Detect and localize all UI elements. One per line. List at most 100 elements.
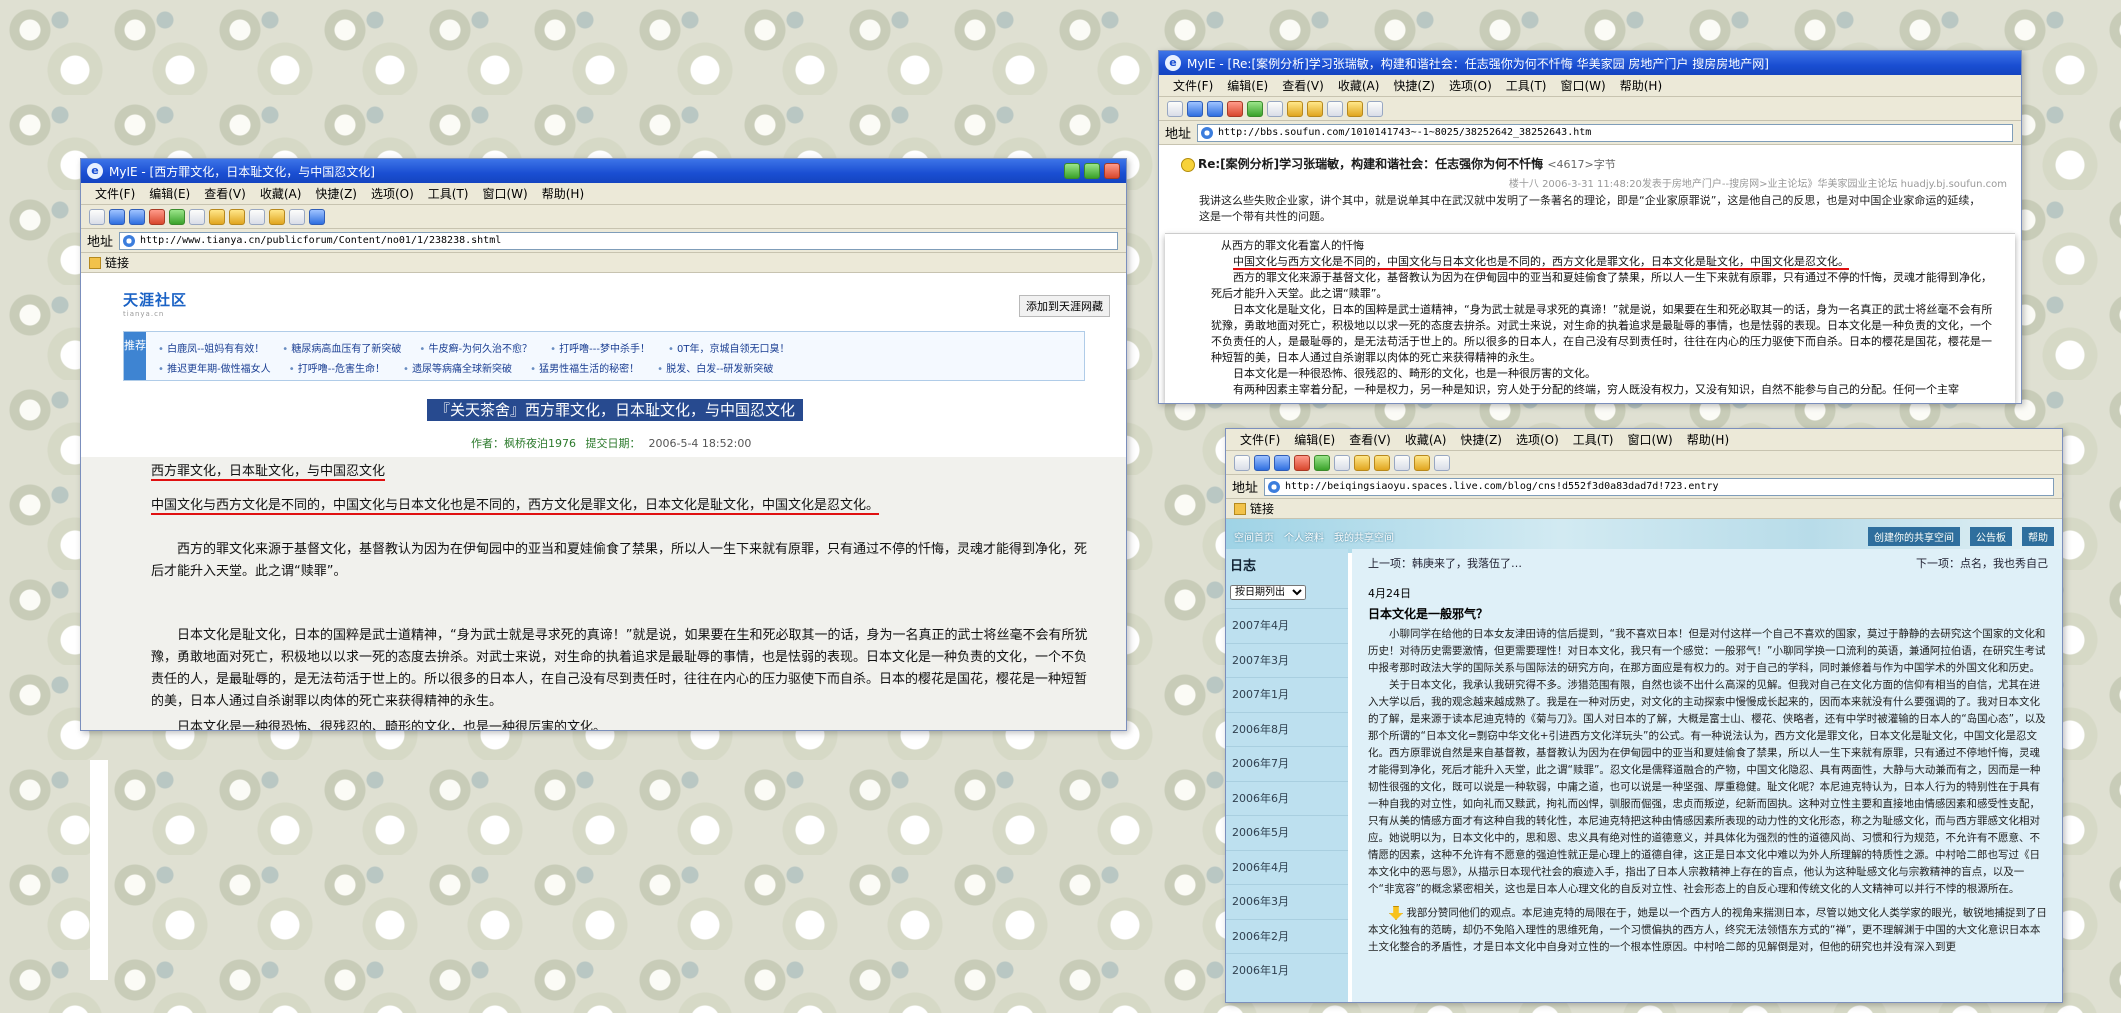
history-icon[interactable] [1327,100,1343,117]
nav-board[interactable]: 公告板 [1970,526,2012,546]
menu-tools[interactable]: 工具(T) [1573,431,1614,448]
menu-view[interactable]: 查看(V) [1349,431,1391,448]
refresh-icon[interactable] [1247,100,1263,117]
site-logo[interactable]: 天涯社区 tianya.cn [123,289,187,318]
home-icon[interactable] [1334,454,1350,471]
recommend-link[interactable]: 打呼噜---梦中杀手！ [550,340,650,355]
history-icon[interactable] [1394,454,1410,471]
forward-icon[interactable] [1274,454,1290,471]
title-bar[interactable]: e MyIE - [Re:[案例分析]学习张瑞敏，构建和谐社会：任志强你为何不忏… [1159,51,2021,75]
recommend-link[interactable]: 糖尿病高血压有了新突破 [282,340,401,355]
recommend-link[interactable]: 遗尿等病痛全球新突破 [403,360,512,375]
browser-window-spaces[interactable]: 文件(F) 编辑(E) 查看(V) 收藏(A) 快捷(Z) 选项(O) 工具(T… [1225,428,2063,1003]
folder-icon[interactable] [269,208,285,225]
nav-help[interactable]: 帮助 [2022,526,2054,546]
author-link[interactable]: 枫桥夜泊1976 [504,437,576,450]
favorites-icon[interactable] [1307,100,1323,117]
stop-icon[interactable] [1294,454,1310,471]
recommend-link[interactable]: 猛男性福生活的秘密！ [530,360,639,375]
mail-icon[interactable] [309,208,325,225]
search-icon[interactable] [1287,100,1303,117]
menu-shortcuts[interactable]: 快捷(Z) [1460,431,1502,448]
stop-icon[interactable] [1227,100,1243,117]
back-icon[interactable] [109,208,125,225]
links-label[interactable]: 链接 [1250,500,1274,517]
archive-month[interactable]: 2006年8月 [1226,711,1348,747]
archive-month[interactable]: 2006年3月 [1226,884,1348,919]
recommend-link[interactable]: 脱发、白发--研发新突破 [657,360,773,375]
folder-icon[interactable] [1414,454,1430,471]
menu-view[interactable]: 查看(V) [1282,77,1324,94]
history-icon[interactable] [249,208,265,225]
address-input[interactable]: http://bbs.soufun.com/1010141743~-1~8025… [1197,123,2013,142]
menu-options[interactable]: 选项(O) [1449,77,1492,94]
menu-edit[interactable]: 编辑(E) [1294,431,1335,448]
nav-share[interactable]: 我的共享空间 [1334,529,1394,544]
title-bar[interactable]: e MyIE - [西方罪文化，日本耻文化，与中国忍文化] [81,159,1126,183]
archive-month[interactable]: 2007年3月 [1226,642,1348,678]
recommend-link[interactable]: 牛皮癣-为何久治不愈？ [419,340,532,355]
print-icon[interactable] [1434,454,1450,471]
menu-window[interactable]: 窗口(W) [1628,431,1673,448]
print-icon[interactable] [1367,100,1383,117]
menu-help[interactable]: 帮助(H) [1687,431,1729,448]
menu-help[interactable]: 帮助(H) [1620,77,1662,94]
forward-icon[interactable] [129,208,145,225]
menu-help[interactable]: 帮助(H) [542,185,584,202]
forward-nav-icon[interactable] [1064,163,1080,179]
search-icon[interactable] [1354,454,1370,471]
menu-shortcuts[interactable]: 快捷(Z) [1393,77,1435,94]
menu-window[interactable]: 窗口(W) [1561,77,1606,94]
archive-month[interactable]: 2007年4月 [1226,608,1348,643]
archive-month[interactable]: 2006年1月 [1226,953,1348,988]
recommend-link[interactable]: 打呼噜--危害生命！ [289,360,385,375]
home-icon[interactable] [1267,100,1283,117]
menu-favorites[interactable]: 收藏(A) [1338,77,1380,94]
archive-month[interactable]: 2006年2月 [1226,918,1348,954]
address-input[interactable]: http://www.tianya.cn/publicforum/Content… [119,231,1118,250]
refresh-icon[interactable] [1314,454,1330,471]
menu-shortcuts[interactable]: 快捷(Z) [315,185,357,202]
add-favorite-button[interactable]: 添加到天涯网藏 [1019,295,1110,317]
next-entry-link[interactable]: 下一项：点名，我也秀自己 [1916,555,2048,571]
back-icon[interactable] [1254,454,1270,471]
menu-edit[interactable]: 编辑(E) [149,185,190,202]
search-icon[interactable] [209,208,225,225]
home-icon[interactable] [189,208,205,225]
recommend-link[interactable]: 白鹿凤--姐妈有有效！ [158,340,264,355]
nav-create-space[interactable]: 创建你的共享空间 [1868,526,1960,546]
forward-icon[interactable] [1207,100,1223,117]
new-page-icon[interactable] [1167,100,1183,117]
menu-window[interactable]: 窗口(W) [483,185,528,202]
archive-month[interactable]: 2007年1月 [1226,677,1348,712]
close-icon[interactable] [1104,163,1120,179]
menu-tools[interactable]: 工具(T) [1506,77,1547,94]
menu-options[interactable]: 选项(O) [371,185,414,202]
address-input[interactable]: http://beiqingsiaoyu.spaces.live.com/blo… [1264,477,2054,496]
refresh-icon[interactable] [169,208,185,225]
nav-home[interactable]: 空间首页 [1234,529,1274,544]
menu-file[interactable]: 文件(F) [95,185,135,202]
menu-file[interactable]: 文件(F) [1173,77,1213,94]
stop-icon[interactable] [149,208,165,225]
archive-month[interactable]: 2006年6月 [1226,780,1348,816]
nav-profile[interactable]: 个人资料 [1284,529,1324,544]
new-page-icon[interactable] [89,208,105,225]
new-page-icon[interactable] [1234,454,1250,471]
print-icon[interactable] [289,208,305,225]
favorites-icon[interactable] [229,208,245,225]
back-nav-icon[interactable] [1084,163,1100,179]
menu-view[interactable]: 查看(V) [204,185,246,202]
folder-icon[interactable] [1347,100,1363,117]
archive-month[interactable]: 2006年5月 [1226,815,1348,850]
menu-favorites[interactable]: 收藏(A) [1405,431,1447,448]
browser-window-soufun[interactable]: e MyIE - [Re:[案例分析]学习张瑞敏，构建和谐社会：任志强你为何不忏… [1158,50,2022,404]
prev-entry-link[interactable]: 上一项：韩庚来了，我落伍了… [1368,555,1522,571]
menu-edit[interactable]: 编辑(E) [1227,77,1268,94]
menu-file[interactable]: 文件(F) [1240,431,1280,448]
menu-tools[interactable]: 工具(T) [428,185,469,202]
menu-favorites[interactable]: 收藏(A) [260,185,302,202]
links-label[interactable]: 链接 [105,254,129,271]
sort-select[interactable]: 按日期列出 [1230,585,1306,600]
recommend-link[interactable]: 推迟更年期-做性福女人 [158,360,271,375]
